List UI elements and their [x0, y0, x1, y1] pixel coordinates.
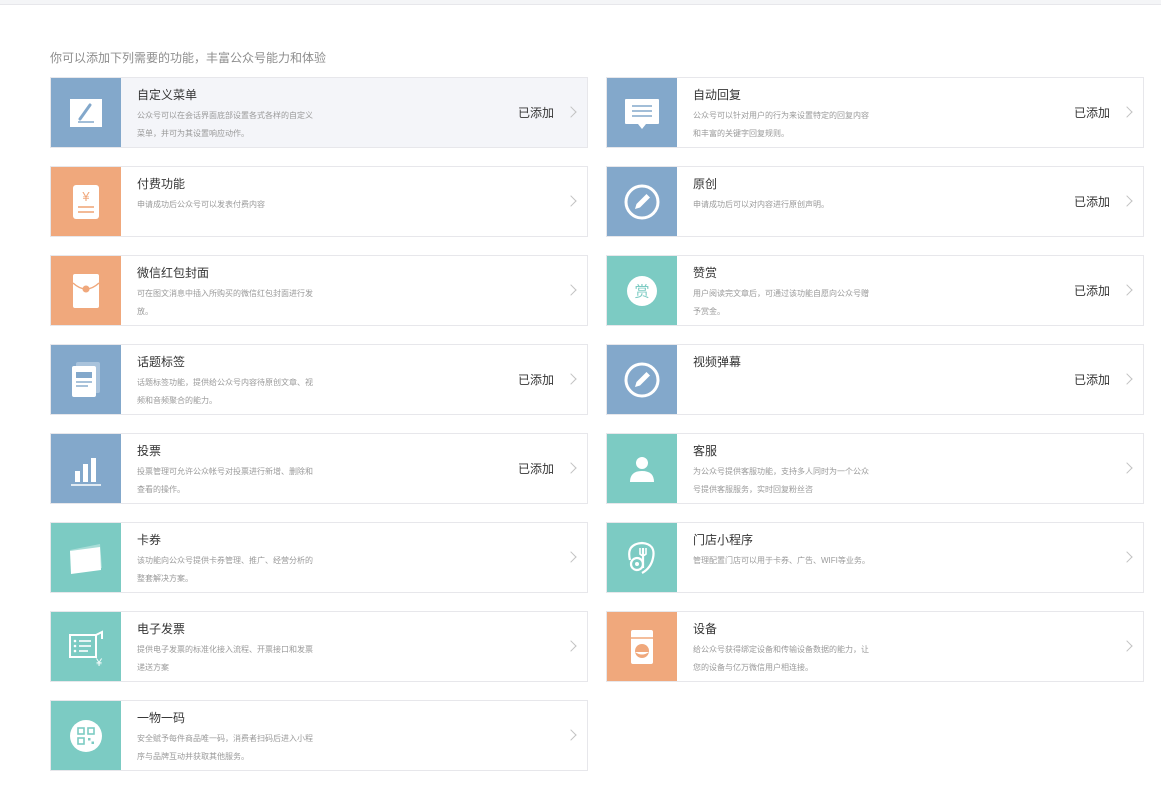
feature-description: 提供电子发票的标准化接入流程、开票接口和发票递送方案	[137, 645, 313, 672]
chevron-right-icon	[1121, 106, 1133, 118]
feature-description: 用户阅读完文章后，可通过该功能自愿向公众号赠予赏金。	[693, 289, 869, 316]
feature-status: 已添加	[1073, 106, 1110, 120]
feature-description: 话题标签功能，提供给公众号内容待原创文章、视频和音频聚合的能力。	[137, 378, 313, 405]
chevron-right-icon	[1121, 462, 1133, 474]
red-envelope-icon	[51, 256, 121, 325]
feature-description: 投票管理可允许公众帐号对投票进行新增、删除和查看的操作。	[137, 467, 313, 494]
chevron-right-icon	[565, 729, 577, 741]
chevron-right-icon	[1121, 195, 1133, 207]
card-icon	[51, 523, 121, 592]
chevron-right-icon	[565, 373, 577, 385]
reward-icon: 赏	[607, 256, 677, 325]
user-icon	[607, 434, 677, 503]
feature-title: 微信红包封面	[137, 266, 210, 280]
feature-card[interactable]: 设备给公众号获得绑定设备和传输设备数据的能力，让您的设备与亿万微信用户相连接。	[606, 611, 1144, 682]
feature-status: 已添加	[517, 106, 554, 120]
feature-status: 已添加	[1073, 195, 1110, 209]
feature-description: 公众号可以针对用户的行为来设置特定的回复内容和丰富的关键字回复规则。	[693, 111, 869, 138]
feature-description: 安全赋予每件商品唯一码，消费者扫码后进入小程序与品牌互动并获取其他服务。	[137, 734, 313, 761]
feature-card[interactable]: ¥ 付费功能申请成功后公众号可以发表付费内容	[50, 166, 588, 237]
feature-description: 该功能向公众号提供卡券管理、推广、经营分析的整套解决方案。	[137, 556, 313, 583]
feature-card[interactable]: 投票投票管理可允许公众帐号对投票进行新增、删除和查看的操作。 已添加	[50, 433, 588, 504]
top-bar	[0, 0, 1161, 5]
feature-title: 话题标签	[137, 355, 186, 369]
invoice-icon: ¥	[51, 612, 121, 681]
feature-description: 为公众号提供客服功能，支持多人同时为一个公众号提供客服服务，实时回复粉丝咨	[693, 467, 869, 494]
qrcode-icon	[51, 701, 121, 770]
feature-card[interactable]: 微信红包封面可在图文消息中插入所购买的微信红包封面进行发放。	[50, 255, 588, 326]
chevron-right-icon	[565, 284, 577, 296]
chevron-right-icon	[1121, 284, 1133, 296]
bar-chart-icon	[51, 434, 121, 503]
feature-title: 客服	[693, 444, 718, 458]
feature-card[interactable]: 自定义菜单公众号可以在会话界面底部设置各式各样的自定义菜单，并可为其设置响应动作…	[50, 77, 588, 148]
feature-title: 自动回复	[693, 88, 742, 102]
svg-text:¥: ¥	[95, 657, 103, 667]
chevron-right-icon	[565, 106, 577, 118]
feature-title: 付费功能	[137, 177, 186, 191]
feature-description: 申请成功后公众号可以发表付费内容	[137, 200, 265, 209]
svg-text:赏: 赏	[634, 282, 649, 300]
chevron-right-icon	[565, 462, 577, 474]
edit-icon	[51, 78, 121, 147]
feature-card[interactable]: 门店小程序管理配置门店可以用于卡券、广告、WIFI等业务。	[606, 522, 1144, 593]
feature-card[interactable]: 卡券该功能向公众号提供卡券管理、推广、经营分析的整套解决方案。	[50, 522, 588, 593]
feature-title: 卡券	[137, 533, 162, 547]
store-fork-icon	[607, 523, 677, 592]
feature-status: 已添加	[1073, 284, 1110, 298]
feature-title: 视频弹幕	[693, 355, 742, 369]
chevron-right-icon	[565, 195, 577, 207]
intro-text: 你可以添加下列需要的功能，丰富公众号能力和体验	[50, 51, 327, 65]
feature-description: 管理配置门店可以用于卡券、广告、WIFI等业务。	[693, 556, 870, 565]
feature-card[interactable]: 客服为公众号提供客服功能，支持多人同时为一个公众号提供客服服务，实时回复粉丝咨	[606, 433, 1144, 504]
feature-card[interactable]: 话题标签话题标签功能，提供给公众号内容待原创文章、视频和音频聚合的能力。 已添加	[50, 344, 588, 415]
chevron-right-icon	[565, 640, 577, 652]
feature-title: 自定义菜单	[137, 88, 198, 102]
feature-card[interactable]: ¥ 电子发票提供电子发票的标准化接入流程、开票接口和发票递送方案	[50, 611, 588, 682]
tag-document-icon	[51, 345, 121, 414]
feature-description: 可在图文消息中插入所购买的微信红包封面进行发放。	[137, 289, 313, 316]
feature-description: 公众号可以在会话界面底部设置各式各样的自定义菜单，并可为其设置响应动作。	[137, 111, 313, 138]
chevron-right-icon	[565, 551, 577, 563]
feature-description: 给公众号获得绑定设备和传输设备数据的能力，让您的设备与亿万微信用户相连接。	[693, 645, 869, 672]
feature-title: 门店小程序	[693, 533, 754, 547]
feature-card[interactable]: 一物一码安全赋予每件商品唯一码，消费者扫码后进入小程序与品牌互动并获取其他服务。	[50, 700, 588, 771]
chevron-right-icon	[1121, 551, 1133, 563]
pen-circle-icon	[607, 167, 677, 236]
feature-status: 已添加	[517, 462, 554, 476]
feature-card[interactable]: 视频弹幕已添加	[606, 344, 1144, 415]
feature-title: 一物一码	[137, 711, 186, 725]
feature-status: 已添加	[1073, 373, 1110, 387]
feature-title: 原创	[693, 177, 718, 191]
svg-text:¥: ¥	[81, 189, 90, 204]
chevron-right-icon	[1121, 640, 1133, 652]
pen-circle-icon	[607, 345, 677, 414]
feature-card[interactable]: 赏 赞赏用户阅读完文章后，可通过该功能自愿向公众号赠予赏金。 已添加	[606, 255, 1144, 326]
feature-card[interactable]: 自动回复公众号可以针对用户的行为来设置特定的回复内容和丰富的关键字回复规则。 已添…	[606, 77, 1144, 148]
yen-receipt-icon: ¥	[51, 167, 121, 236]
feature-title: 投票	[137, 444, 162, 458]
feature-title: 电子发票	[137, 622, 186, 636]
feature-description: 申请成功后可以对内容进行原创声明。	[693, 200, 829, 209]
chevron-right-icon	[1121, 373, 1133, 385]
device-icon	[607, 612, 677, 681]
message-icon	[607, 78, 677, 147]
feature-title: 赞赏	[693, 266, 718, 280]
feature-card[interactable]: 原创申请成功后可以对内容进行原创声明。 已添加	[606, 166, 1144, 237]
feature-status: 已添加	[517, 373, 554, 387]
feature-title: 设备	[693, 622, 718, 636]
